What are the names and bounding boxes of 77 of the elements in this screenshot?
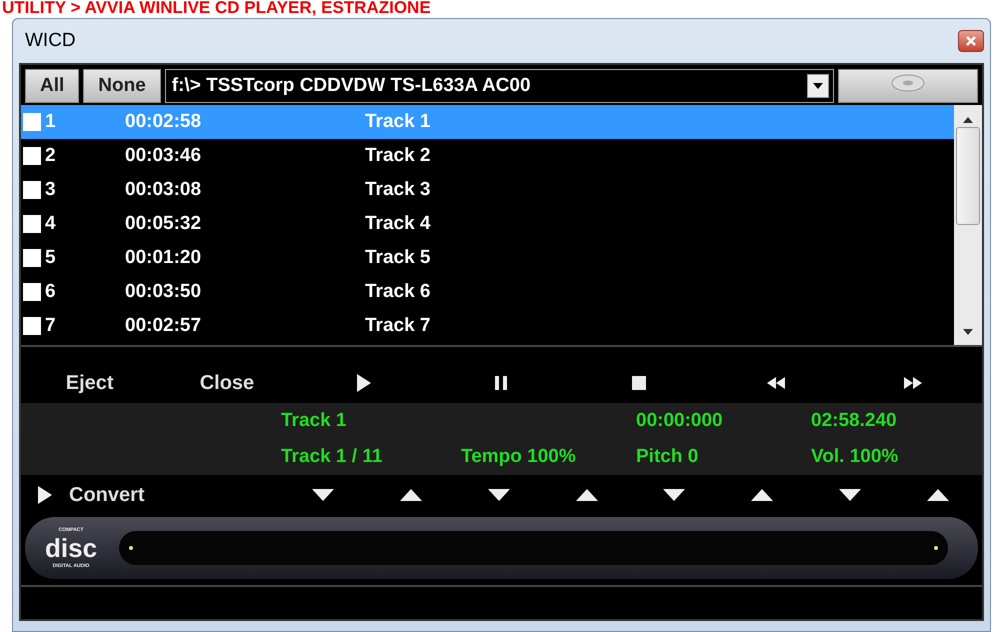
convert-button[interactable]: Convert: [69, 484, 279, 506]
triangle-up-icon: [576, 489, 598, 501]
caret-down-icon: [813, 83, 823, 89]
track-duration: 00:03:50: [125, 281, 202, 303]
close-icon: [966, 36, 976, 46]
track-row[interactable]: 5 00:01:20 Track 5: [21, 241, 954, 275]
track-checkbox[interactable]: [23, 283, 41, 301]
track-title: Track 5: [365, 247, 432, 269]
track-checkbox[interactable]: [23, 215, 41, 233]
track-duration: 00:02:57: [125, 315, 202, 337]
track-number: 4: [45, 213, 57, 235]
light-icon: [934, 546, 938, 550]
track-title: Track 3: [365, 179, 432, 201]
track-number: 2: [45, 145, 57, 167]
track-title: Track 7: [365, 315, 432, 337]
drive-dropdown[interactable]: f:\> TSSTcorp CDDVDW TS-L633A AC00: [164, 69, 834, 103]
volume-reading: Vol. 100%: [811, 446, 900, 468]
page-heading: UTILITY > AVVIA WINLIVE CD PLAYER, ESTRAZIONE: [1, 0, 432, 16]
select-all-button[interactable]: All: [25, 69, 80, 103]
track-duration: 00:02:58: [125, 111, 202, 133]
track-checkbox[interactable]: [23, 249, 41, 267]
triangle-up-icon: [400, 489, 422, 501]
triangle-down-icon: [663, 489, 686, 501]
track-count: Track 1 / 11: [281, 446, 384, 468]
track-title: Track 1: [365, 111, 432, 133]
track-duration: 00:05:32: [125, 213, 202, 235]
triangle-down-icon: [312, 489, 334, 501]
pitch-reading: Pitch 0: [636, 446, 700, 468]
track-duration: 00:03:46: [125, 145, 202, 167]
scroll-up-icon: [963, 117, 973, 123]
track-title: Track 4: [365, 213, 432, 235]
track-number: 5: [45, 247, 57, 269]
track-row[interactable]: 3 00:03:08 Track 3: [21, 173, 954, 207]
text-button[interactable]: Eject: [21, 372, 158, 394]
track-number: 1: [45, 111, 57, 133]
tempo-reading: Tempo 100%: [461, 446, 577, 468]
track-length: 02:58.240: [811, 410, 898, 432]
disc-icon: [891, 74, 925, 92]
text-button[interactable]: Close: [158, 372, 296, 394]
drive-name: f:\> TSSTcorp CDDVDW TS-L633A AC00: [172, 75, 531, 97]
track-checkbox[interactable]: [23, 113, 41, 131]
close-button[interactable]: [958, 30, 984, 52]
window-title: WICD: [24, 30, 76, 52]
play-icon: [38, 486, 52, 504]
track-row[interactable]: 2 00:03:46 Track 2: [21, 139, 954, 173]
track-title: Track 6: [365, 281, 432, 303]
dropdown-button[interactable]: [807, 74, 829, 98]
scroll-thumb[interactable]: [956, 127, 980, 225]
select-none-button[interactable]: None: [83, 69, 161, 103]
track-duration: 00:01:20: [125, 247, 202, 269]
track-duration: 00:03:08: [125, 179, 202, 201]
position-time: 00:00:000: [636, 410, 724, 432]
track-name: Track 1: [281, 410, 348, 432]
track-title: Track 2: [365, 145, 432, 167]
scroll-down-icon: [963, 329, 973, 335]
track-row[interactable]: 4 00:05:32 Track 4: [21, 207, 954, 241]
scrollbar[interactable]: [954, 105, 982, 345]
track-number: 7: [45, 315, 57, 337]
light-icon: [129, 546, 134, 550]
track-checkbox[interactable]: [23, 181, 41, 199]
stop-icon: [632, 376, 646, 390]
disc-button[interactable]: [838, 69, 978, 103]
track-number: 6: [45, 281, 57, 303]
track-checkbox[interactable]: [23, 147, 41, 165]
pause-icon: [495, 376, 508, 390]
logo-text: disc: [45, 532, 98, 564]
triangle-up-icon: [751, 489, 774, 501]
track-number: 3: [45, 179, 57, 201]
track-row[interactable]: 6 00:03:50 Track 6: [21, 275, 954, 309]
track-checkbox[interactable]: [23, 317, 41, 335]
triangle-down-icon: [488, 489, 510, 501]
track-row[interactable]: 7 00:02:57 Track 7: [21, 309, 954, 343]
fast-forward-icon: [904, 377, 922, 389]
play-icon: [357, 374, 372, 392]
rewind-icon: [767, 377, 786, 389]
triangle-up-icon: [927, 489, 950, 501]
triangle-down-icon: [839, 489, 862, 501]
